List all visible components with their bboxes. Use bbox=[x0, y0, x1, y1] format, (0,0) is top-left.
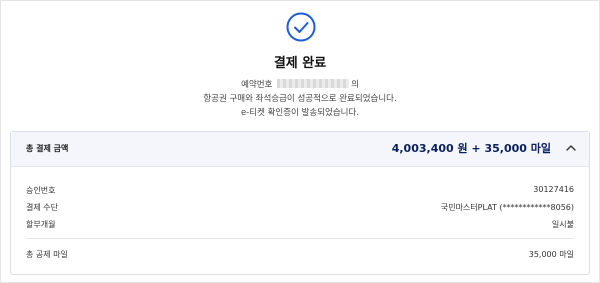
total-payment-amount: 4,003,400 원 + 35,000 마일 bbox=[391, 142, 551, 155]
payment-summary-card: 총 결제 금액 4,003,400 원 + 35,000 마일 승인번호 301… bbox=[10, 131, 590, 275]
chevron-up-icon[interactable] bbox=[565, 142, 577, 154]
payment-method-value: 국민마스터PLAT (************8056) bbox=[440, 203, 574, 212]
payment-method-label: 결제 수단 bbox=[26, 203, 58, 212]
page-title: 결제 완료 bbox=[273, 56, 327, 71]
installment-value: 일시불 bbox=[551, 220, 574, 229]
total-miles-label: 총 공제 마일 bbox=[26, 250, 68, 259]
payment-summary-header[interactable]: 총 결제 금액 4,003,400 원 + 35,000 마일 bbox=[11, 132, 589, 167]
approval-number-value: 30127416 bbox=[533, 185, 574, 194]
total-miles-value: 35,000 마일 bbox=[528, 250, 574, 259]
approval-number-label: 승인번호 bbox=[26, 186, 56, 195]
total-payment-label: 총 결제 금액 bbox=[26, 144, 69, 153]
divider bbox=[26, 238, 574, 239]
reservation-number-masked bbox=[277, 79, 350, 88]
purchase-complete-message: 항공권 구매와 좌석승급이 성공적으로 완료되었습니다. bbox=[203, 94, 397, 104]
reservation-prefix: 예약번호 bbox=[241, 80, 273, 90]
eticket-sent-message: e-티켓 확인증이 발송되었습니다. bbox=[240, 108, 360, 118]
installment-label: 할부개월 bbox=[26, 220, 56, 229]
reservation-suffix: 의 bbox=[351, 80, 359, 90]
reservation-message: 예약번호 의 bbox=[0, 78, 600, 90]
check-circle-icon bbox=[286, 12, 316, 42]
